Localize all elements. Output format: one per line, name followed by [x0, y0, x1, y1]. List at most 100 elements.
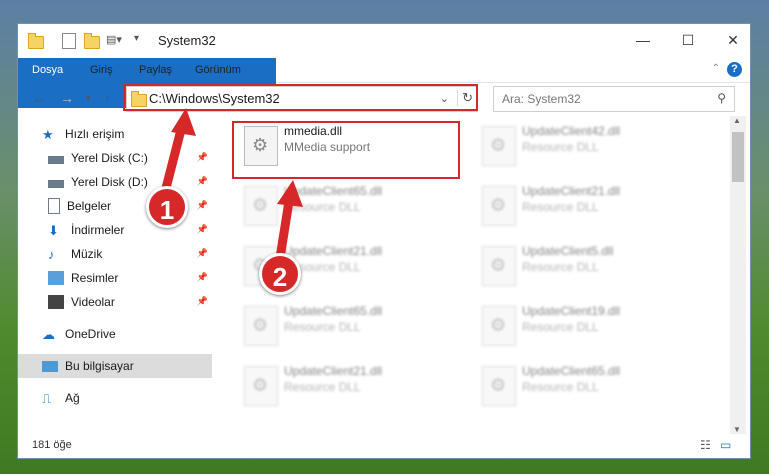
- sidebar-item-label: OneDrive: [65, 327, 116, 341]
- status-bar: 181 öğe ☷ ▭: [18, 434, 750, 458]
- recent-locations-icon[interactable]: ▾: [86, 93, 91, 104]
- file-name: UpdateClient19.dll: [522, 304, 621, 318]
- minimize-button[interactable]: —: [628, 28, 658, 52]
- pin-icon: 📌: [196, 176, 208, 186]
- sidebar-item-label: Yerel Disk (C:): [71, 151, 148, 165]
- sidebar-item[interactable]: Yerel Disk (D:) 📌: [18, 170, 212, 194]
- dll-file-icon: [482, 186, 516, 226]
- help-icon[interactable]: ?: [727, 62, 742, 77]
- file-item[interactable]: UpdateClient5.dll Resource DLL: [476, 240, 706, 290]
- pin-icon: 📌: [196, 200, 208, 210]
- maximize-button[interactable]: ☐: [673, 28, 703, 52]
- dll-file-icon: [482, 306, 516, 346]
- sidebar-item[interactable]: Resimler 📌: [18, 266, 212, 290]
- sidebar-item[interactable]: ⬇ İndirmeler 📌: [18, 218, 212, 242]
- customize-toolbar-icon[interactable]: ▤▾: [106, 33, 122, 46]
- sidebar-item[interactable]: ☁ OneDrive: [18, 322, 212, 346]
- ribbon-tabs: Dosya Giriş Paylaş Görünüm ⌃ ?: [18, 58, 750, 108]
- file-name: UpdateClient21.dll: [284, 244, 383, 258]
- sidebar-item-label: Ağ: [65, 391, 80, 405]
- sidebar-item-label: Belgeler: [67, 199, 112, 213]
- documents-icon: [48, 198, 60, 214]
- sidebar-item[interactable]: Videolar 📌: [18, 290, 212, 314]
- up-icon[interactable]: ↑: [104, 90, 111, 106]
- details-view-icon[interactable]: ☷: [700, 438, 711, 452]
- file-name: UpdateClient21.dll: [522, 184, 621, 198]
- file-item[interactable]: UpdateClient19.dll Resource DLL: [476, 300, 706, 350]
- navigation-pane: ★ Hızlı erişim Yerel Disk (C:) 📌 Yerel Disk …: [18, 116, 212, 434]
- star-icon: ★: [42, 127, 54, 142]
- file-item[interactable]: UpdateClient21.dll Resource DLL: [238, 360, 468, 410]
- file-name: UpdateClient65.dll: [284, 304, 383, 318]
- sidebar-item[interactable]: Yerel Disk (C:) 📌: [18, 146, 212, 170]
- file-name: UpdateClient21.dll: [284, 364, 383, 378]
- dropdown-icon[interactable]: ▾: [134, 33, 139, 44]
- file-description: Resource DLL: [284, 320, 361, 334]
- sidebar-item-label: Yerel Disk (D:): [71, 175, 148, 189]
- sidebar-item-label: Resimler: [71, 271, 119, 285]
- search-input[interactable]: Ara: System32 ⚲: [493, 86, 735, 112]
- downloads-icon: ⬇: [48, 223, 59, 238]
- sidebar-item[interactable]: Bu bilgisayar: [18, 354, 212, 378]
- dll-file-icon: [244, 366, 278, 406]
- close-button[interactable]: ✕: [718, 28, 748, 52]
- explorer-window: ▤▾ ▾ System32 — ☐ ✕ Dosya Giriş Paylaş G…: [18, 24, 750, 458]
- music-icon: ♪: [48, 247, 55, 262]
- file-name: UpdateClient65.dll: [522, 364, 621, 378]
- file-description: Resource DLL: [522, 140, 599, 154]
- dll-file-icon: [244, 306, 278, 346]
- search-icon: ⚲: [717, 91, 726, 105]
- annotation-marker-1: 1: [146, 186, 188, 228]
- file-description: Resource DLL: [522, 380, 599, 394]
- scroll-up-icon[interactable]: ▲: [733, 116, 741, 125]
- pin-icon: 📌: [196, 248, 208, 258]
- pin-icon: 📌: [196, 224, 208, 234]
- sidebar-item[interactable]: ★ Hızlı erişim: [18, 122, 212, 146]
- file-description: Resource DLL: [284, 200, 361, 214]
- folder-icon: [28, 33, 44, 49]
- file-item[interactable]: UpdateClient21.dll Resource DLL: [476, 180, 706, 230]
- tab-gorunum[interactable]: Görünüm: [191, 58, 245, 82]
- file-name: UpdateClient42.dll: [522, 124, 621, 138]
- dll-file-icon: [482, 246, 516, 286]
- new-folder-icon[interactable]: [84, 33, 100, 49]
- network-icon: ⎍: [42, 391, 52, 406]
- forward-icon[interactable]: →: [60, 90, 74, 106]
- large-icons-view-icon[interactable]: ▭: [720, 438, 731, 452]
- tab-paylas[interactable]: Paylaş: [135, 58, 176, 82]
- sidebar-item-label: Videolar: [71, 295, 115, 309]
- file-highlight-box: [232, 121, 460, 179]
- sidebar-item[interactable]: ⎍ Ağ: [18, 386, 212, 410]
- sidebar-item-label: İndirmeler: [71, 223, 125, 237]
- sidebar-item[interactable]: ♪ Müzik 📌: [18, 242, 212, 266]
- address-row: ← → ▾ ↑ C:\Windows\System32 ⌄ ↻ Ara: Sys…: [18, 83, 750, 115]
- properties-icon[interactable]: [62, 33, 76, 49]
- vertical-scrollbar[interactable]: ▲ ▼: [730, 116, 746, 434]
- pin-icon: 📌: [196, 152, 208, 162]
- pin-icon: 📌: [196, 272, 208, 282]
- annotation-marker-2: 2: [259, 253, 301, 295]
- file-name: UpdateClient65.dll: [284, 184, 383, 198]
- sidebar-item-label: Bu bilgisayar: [65, 359, 134, 373]
- back-icon[interactable]: ←: [32, 90, 46, 106]
- dll-file-icon: [482, 126, 516, 166]
- scroll-thumb[interactable]: [732, 132, 744, 182]
- drive-icon: [48, 179, 64, 188]
- computer-icon: [42, 360, 58, 372]
- scroll-down-icon[interactable]: ▼: [733, 425, 741, 434]
- file-item[interactable]: UpdateClient65.dll Resource DLL: [476, 360, 706, 410]
- address-highlight-box: [123, 84, 478, 111]
- tab-giris[interactable]: Giriş: [86, 58, 117, 82]
- sidebar-item-label: Müzik: [71, 247, 103, 261]
- pictures-icon: [48, 271, 64, 285]
- file-description: Resource DLL: [522, 200, 599, 214]
- videos-icon: [48, 295, 64, 309]
- file-item[interactable]: UpdateClient65.dll Resource DLL: [238, 180, 468, 230]
- file-item[interactable]: UpdateClient42.dll Resource DLL: [476, 120, 706, 170]
- collapse-ribbon-icon[interactable]: ⌃: [712, 63, 720, 74]
- dll-file-icon: [482, 366, 516, 406]
- drive-icon: [48, 155, 64, 164]
- file-item[interactable]: UpdateClient65.dll Resource DLL: [238, 300, 468, 350]
- pin-icon: 📌: [196, 296, 208, 306]
- sidebar-item-label: Hızlı erişim: [65, 127, 125, 141]
